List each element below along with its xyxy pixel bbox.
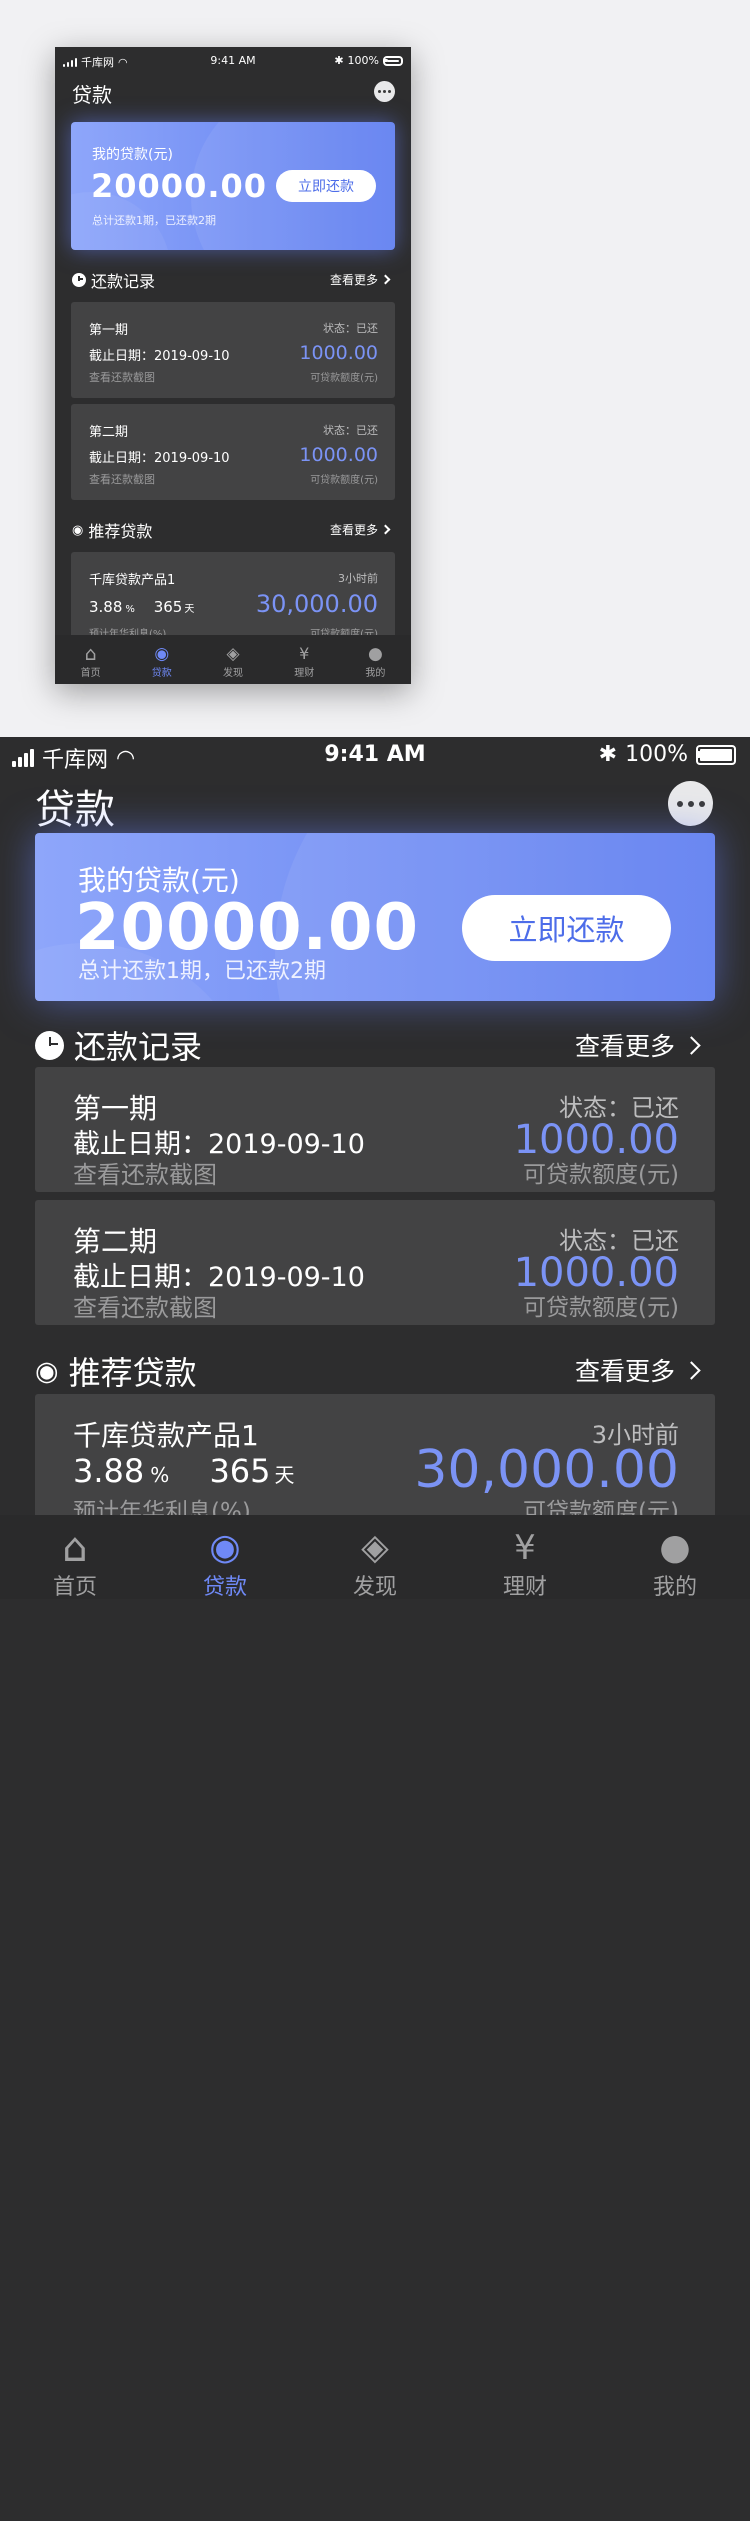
status-bar: 千库网 ◠ 9:41 AM ✱ 100% [55, 51, 411, 71]
home-icon: ⌂ [84, 643, 97, 665]
loan-label: 我的贷款(元) [92, 147, 173, 163]
record-screenshot-link[interactable]: 查看还款截图 [89, 369, 155, 385]
loan-coins-icon: ◉ [209, 1527, 241, 1568]
chevron-right-icon [380, 524, 391, 535]
chat-bubble-icon[interactable] [374, 81, 395, 102]
recommend-section-title: ◉ 推荐贷款 [35, 1354, 197, 1392]
record-card[interactable]: 第一期 截止日期：2019-09-10 查看还款截图 状态：已还 1000.00… [71, 302, 395, 398]
chevron-right-icon [682, 1035, 701, 1055]
compass-icon: ◈ [226, 644, 240, 664]
loan-summary-card: 我的贷款(元) 20000.00 总计还款1期，已还款2期 立即还款 [71, 122, 395, 250]
loan-coins-icon: ◉ [154, 644, 170, 664]
home-icon: ⌂ [62, 1525, 88, 1571]
record-period: 第二期 [73, 1225, 158, 1258]
product-rate: 3.88% 365 天 [73, 1452, 295, 1490]
compass-icon: ◈ [361, 1527, 389, 1568]
tab-mine[interactable]: ● 我的 [600, 1515, 750, 1600]
tab-mine[interactable]: ● 我的 [340, 635, 411, 684]
recommend-more-link[interactable]: 查看更多 [330, 521, 391, 538]
screen-background [0, 1599, 750, 2521]
yen-icon: ¥ [514, 1528, 536, 1568]
bluetooth-icon: ✱ [334, 54, 344, 67]
chat-bubble-icon[interactable] [668, 781, 713, 826]
records-section-title: 还款记录 [72, 268, 155, 292]
page-title: 贷款 [72, 83, 112, 107]
record-amount: 1000.00 [299, 342, 378, 364]
bluetooth-icon: ✱ [598, 742, 618, 767]
battery-label: 100% [347, 54, 379, 67]
product-card[interactable]: 千库贷款产品1 3.88% 365天 预计年华利息(%) 3小时前 30,000… [71, 552, 395, 642]
tab-home[interactable]: ⌂ 首页 [55, 635, 126, 684]
records-more-link[interactable]: 查看更多 [575, 1027, 701, 1063]
battery-icon [696, 744, 736, 765]
status-bar: 千库网 ◠ 9:41 AM ✱ 100% [0, 737, 750, 777]
record-screenshot-link[interactable]: 查看还款截图 [89, 471, 155, 487]
record-period: 第一期 [73, 1092, 158, 1125]
product-amount: 30,000.00 [255, 590, 378, 618]
product-rate: 3.88% 365 天 [89, 598, 195, 616]
records-more-link[interactable]: 查看更多 [330, 271, 391, 288]
record-card[interactable]: 第一期 截止日期：2019-09-10 查看还款截图 状态：已还 1000.00… [35, 1067, 715, 1192]
user-icon: ● [367, 644, 383, 664]
tab-loan[interactable]: ◉ 贷款 [150, 1515, 300, 1600]
coins-icon: ◉ [72, 522, 84, 538]
product-name: 千库贷款产品1 [89, 573, 176, 588]
clock-icon [35, 1030, 64, 1060]
record-amount-label: 可贷款额度(元) [523, 1162, 679, 1188]
product-amount: 30,000.00 [414, 1440, 679, 1500]
user-icon: ● [659, 1527, 691, 1568]
record-due-date: 截止日期：2019-09-10 [89, 451, 230, 466]
clock-icon [72, 273, 86, 287]
chevron-right-icon [380, 274, 391, 285]
battery-label: 100% [625, 742, 688, 767]
record-amount-label: 可贷款额度(元) [310, 373, 378, 384]
battery-icon [383, 55, 403, 66]
loan-amount: 20000.00 [91, 167, 268, 205]
record-period: 第二期 [89, 425, 129, 440]
recommend-section-title: ◉ 推荐贷款 [72, 522, 153, 541]
tab-home[interactable]: ⌂ 首页 [0, 1515, 150, 1600]
tab-finance[interactable]: ¥ 理财 [450, 1515, 600, 1600]
product-name: 千库贷款产品1 [73, 1419, 259, 1452]
recommend-more-link[interactable]: 查看更多 [575, 1352, 701, 1388]
record-period: 第一期 [89, 323, 129, 338]
product-card[interactable]: 千库贷款产品1 3.88% 365天 预计年华利息(%) 3小时前 30,000… [35, 1394, 715, 1519]
record-amount: 1000.00 [299, 444, 378, 466]
tab-bar: ⌂ 首页 ◉ 贷款 ◈ 发现 ¥ 理财 ● 我的 [55, 635, 411, 684]
loan-summary-card: 我的贷款(元) 20000.00 总计还款1期，已还款2期 立即还款 [35, 833, 715, 1001]
record-status: 状态：已还 [323, 424, 378, 437]
record-screenshot-link[interactable]: 查看还款截图 [73, 1288, 217, 1323]
repay-now-button[interactable]: 立即还款 [276, 170, 376, 202]
record-amount-label: 可贷款额度(元) [310, 475, 378, 486]
record-screenshot-link[interactable]: 查看还款截图 [73, 1155, 217, 1190]
tab-loan[interactable]: ◉ 贷款 [126, 635, 197, 684]
coins-icon: ◉ [35, 1355, 59, 1387]
repay-now-button[interactable]: 立即还款 [462, 895, 671, 961]
phone-preview: 千库网 ◠ 9:41 AM ✱ 100% 贷款 我的贷款(元) 20000.00… [55, 47, 411, 684]
records-section-title: 还款记录 [35, 1022, 202, 1068]
record-card[interactable]: 第二期 截止日期：2019-09-10 查看还款截图 状态：已还 1000.00… [35, 1200, 715, 1325]
record-amount-label: 可贷款额度(元) [523, 1295, 679, 1321]
chevron-right-icon [682, 1360, 701, 1380]
record-due-date: 截止日期：2019-09-10 [89, 349, 230, 364]
loan-summary-text: 总计还款1期，已还款2期 [78, 959, 326, 984]
page-title: 贷款 [35, 787, 115, 833]
tab-bar: ⌂ 首页 ◉ 贷款 ◈ 发现 ¥ 理财 ● 我的 [0, 1515, 750, 1600]
tab-discover[interactable]: ◈ 发现 [197, 635, 268, 684]
record-card[interactable]: 第二期 截止日期：2019-09-10 查看还款截图 状态：已还 1000.00… [71, 404, 395, 500]
tab-finance[interactable]: ¥ 理财 [269, 635, 340, 684]
yen-icon: ¥ [299, 644, 310, 663]
loan-summary-text: 总计还款1期，已还款2期 [92, 214, 216, 227]
record-status: 状态：已还 [323, 322, 378, 335]
app-screen: 千库网 ◠ 9:41 AM ✱ 100% 贷款 我的贷款(元) 20000.00… [0, 737, 750, 2521]
product-time: 3小时前 [338, 572, 378, 585]
tab-discover[interactable]: ◈ 发现 [300, 1515, 450, 1600]
